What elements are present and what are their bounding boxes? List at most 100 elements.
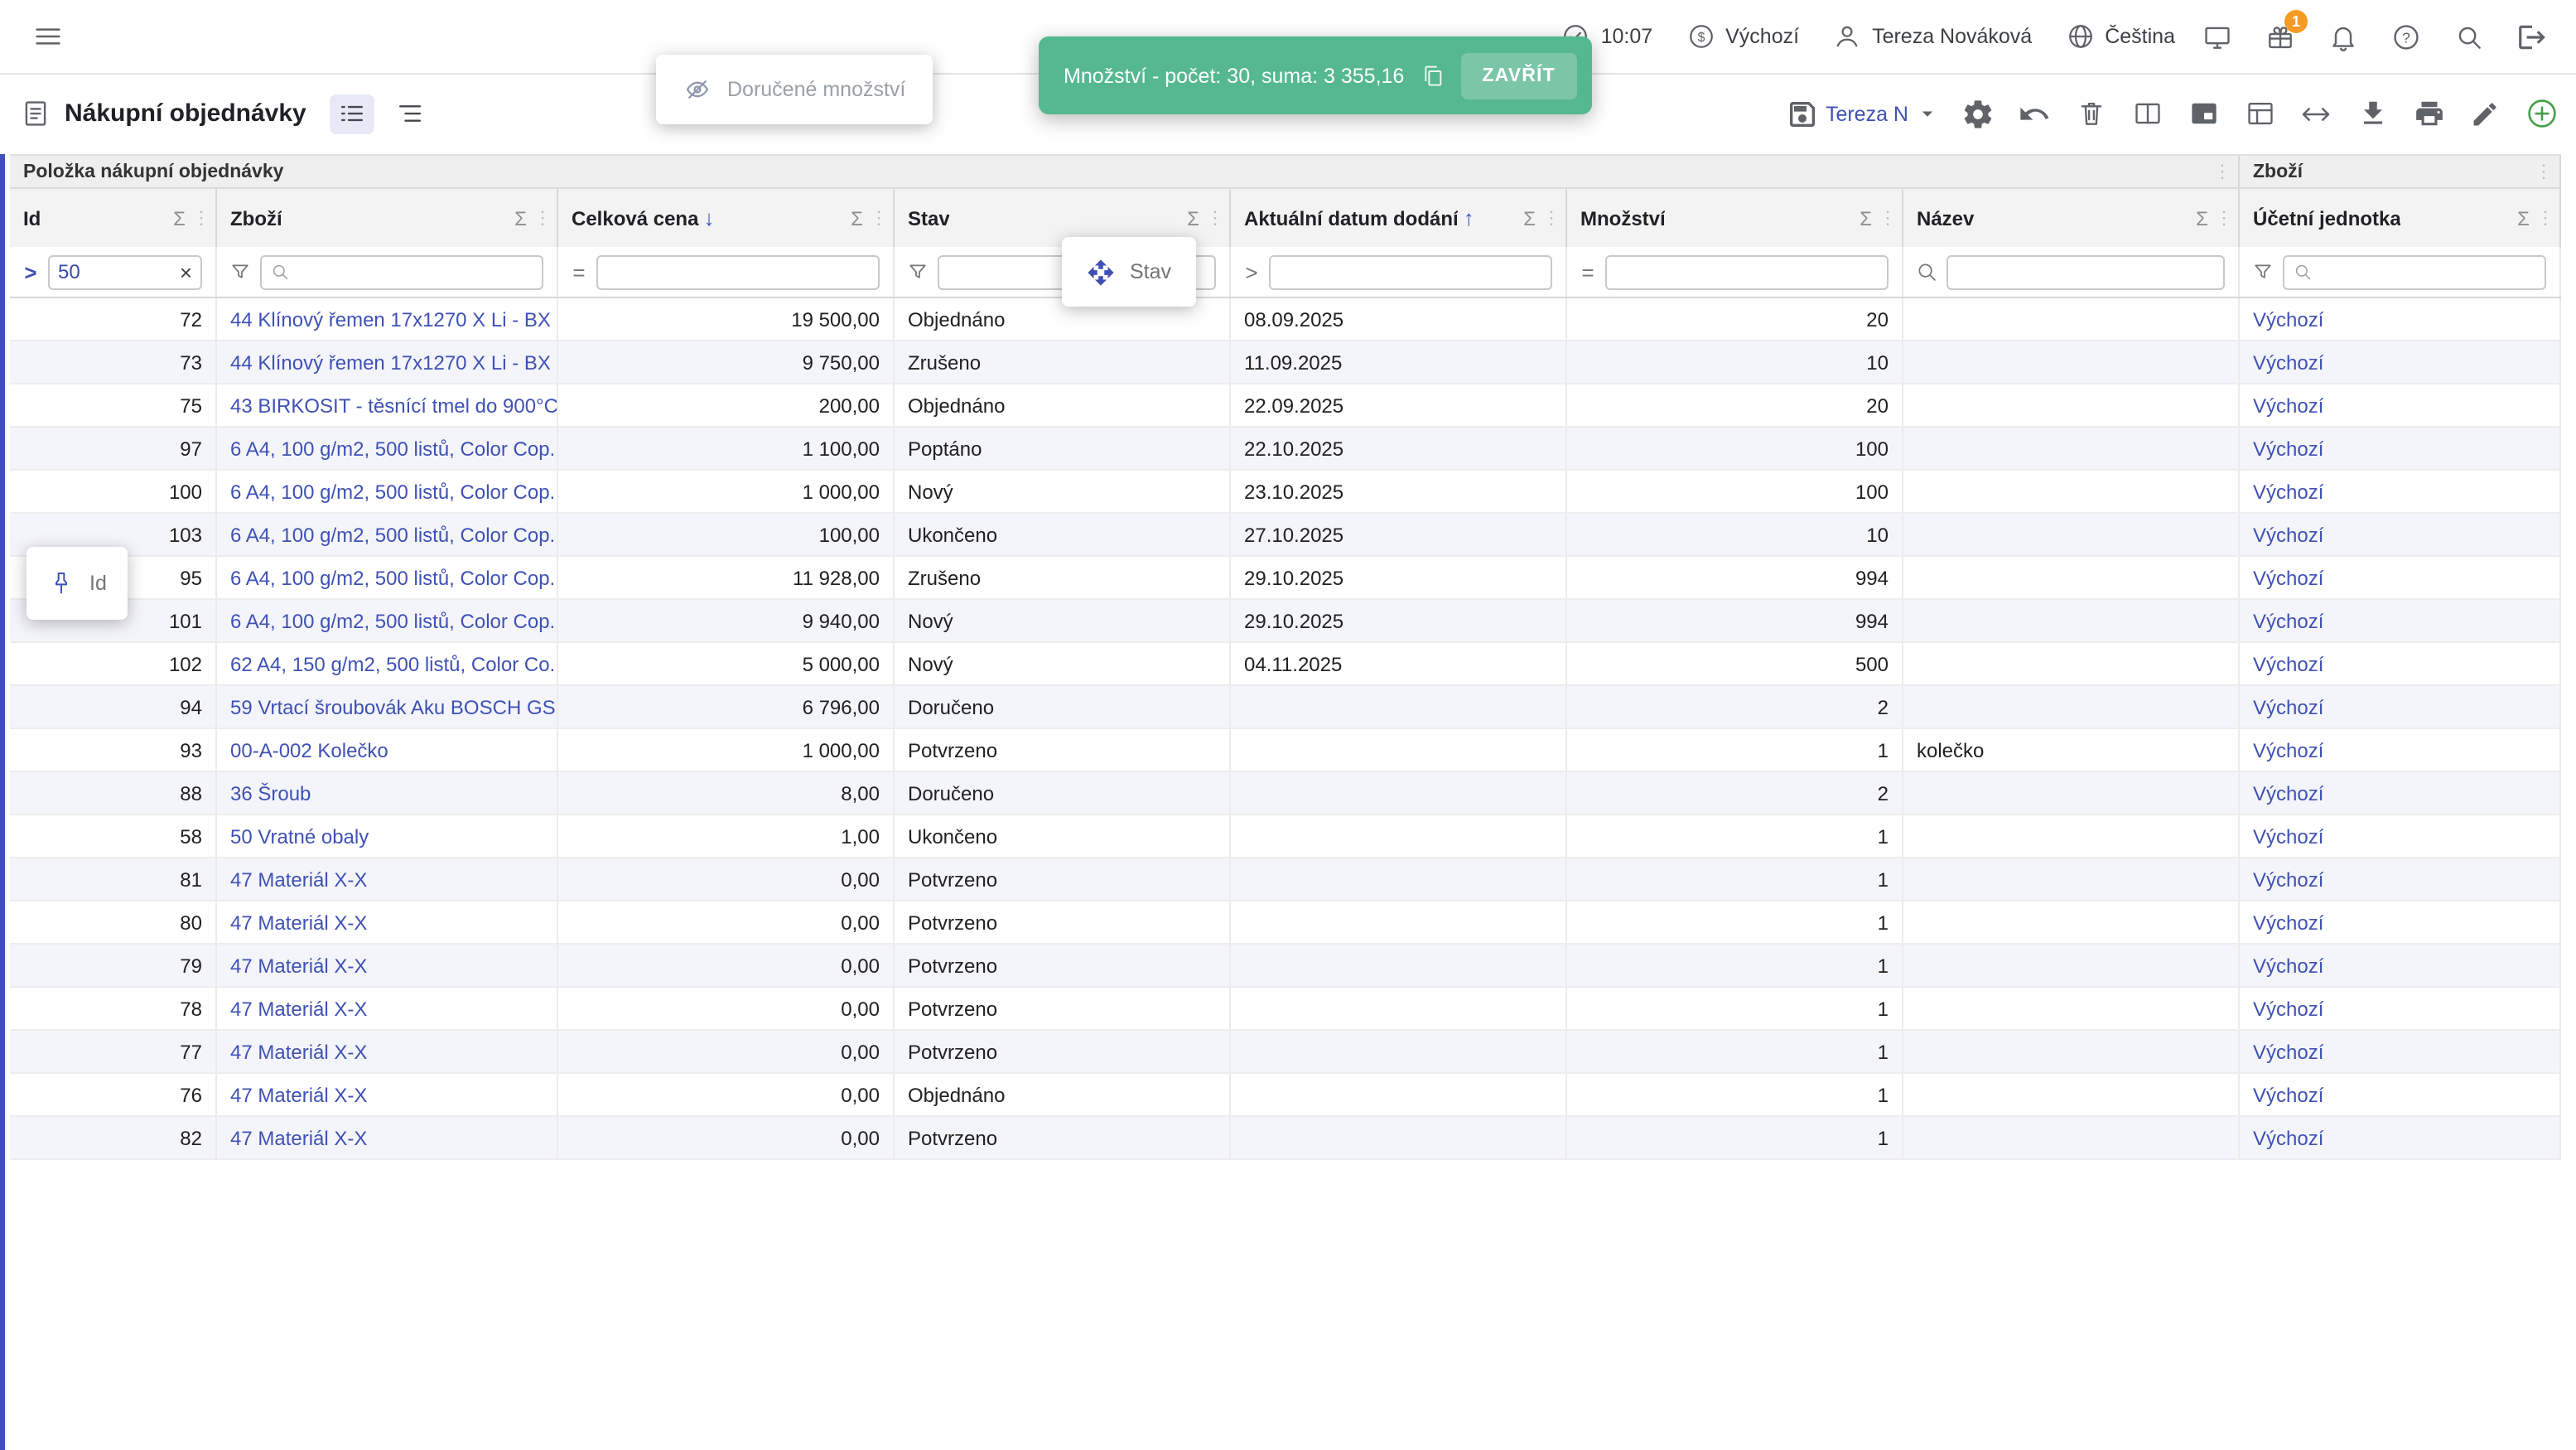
datum-filter-input[interactable] [1279,260,1542,283]
column-resize-handle[interactable]: ⋮ [1206,207,1224,229]
display-settings-button[interactable] [2195,15,2238,58]
view-toggle-grouped-list[interactable] [388,94,432,133]
cell-ucetni-jednotka-link[interactable]: Výchozí [2240,988,2561,1029]
global-search-button[interactable] [2447,15,2490,58]
column-header-celkova-cena[interactable]: Celková cena ↓ Σ ⋮ [558,189,895,247]
filter-funnel-icon[interactable] [906,260,929,283]
table-row[interactable]: 95 6 A4, 100 g/m2, 500 listů, Color Cop.… [10,557,2561,600]
cell-ucetni-jednotka-link[interactable]: Výchozí [2240,858,2561,900]
cell-ucetni-jednotka-link[interactable]: Výchozí [2240,514,2561,555]
split-view-button[interactable] [2129,95,2165,132]
user-menu[interactable]: Tereza Nováková [1832,22,2032,51]
cell-zbozi-link[interactable]: 6 A4, 100 g/m2, 500 listů, Color Cop... [217,514,558,555]
whats-new-button[interactable]: 1 [2258,15,2301,58]
column-resize-handle[interactable]: ⋮ [1879,207,1897,229]
toast-close-button[interactable]: ZAVŘÍT [1460,52,1577,99]
column-resize-handle[interactable]: ⋮ [192,207,210,229]
hamburger-menu-button[interactable] [27,15,70,58]
filter-operator-greater[interactable]: > [22,259,40,284]
summary-sigma-button[interactable]: Σ [1856,206,1875,230]
column-resize-handle[interactable]: ⋮ [533,207,552,229]
cell-zbozi-link[interactable]: 44 Klínový řemen 17x1270 X Li - BX ... [217,298,558,340]
table-row[interactable]: 103 6 A4, 100 g/m2, 500 listů, Color Cop… [10,514,2561,557]
column-header-zbozi[interactable]: Zboží Σ ⋮ [217,189,558,247]
table-row[interactable]: 78 47 Materiál X-X 0,00 Potvrzeno 1 Vých… [10,988,2561,1031]
table-row[interactable]: 97 6 A4, 100 g/m2, 500 listů, Color Cop.… [10,428,2561,471]
cell-zbozi-link[interactable]: 6 A4, 100 g/m2, 500 listů, Color Cop... [217,600,558,641]
cell-ucetni-jednotka-link[interactable]: Výchozí [2240,341,2561,383]
cell-zbozi-link[interactable]: 6 A4, 100 g/m2, 500 listů, Color Cop... [217,557,558,598]
cell-ucetni-jednotka-link[interactable]: Výchozí [2240,643,2561,684]
cena-filter-input[interactable] [606,260,870,283]
cell-zbozi-link[interactable]: 36 Šroub [217,772,558,814]
mnozstvi-filter-input[interactable] [1615,260,1879,283]
layout-profile-dropdown[interactable]: Tereza N [1786,97,1940,130]
table-row[interactable]: 94 59 Vrtací šroubovák Aku BOSCH GS... 6… [10,686,2561,729]
cell-ucetni-jednotka-link[interactable]: Výchozí [2240,815,2561,857]
id-filter-input[interactable] [58,260,173,283]
notifications-button[interactable] [2321,15,2364,58]
cell-zbozi-link[interactable]: 50 Vratné obaly [217,815,558,857]
summary-sigma-button[interactable]: Σ [847,206,866,230]
cell-zbozi-link[interactable]: 47 Materiál X-X [217,1117,558,1158]
table-row[interactable]: 102 62 A4, 150 g/m2, 500 listů, Color Co… [10,643,2561,686]
export-button[interactable] [2354,95,2390,132]
filter-operator-greater[interactable]: > [1242,259,1261,284]
fit-columns-button[interactable] [2298,95,2334,132]
column-resize-handle[interactable]: ⋮ [870,207,888,229]
table-row[interactable]: 82 47 Materiál X-X 0,00 Potvrzeno 1 Vých… [10,1117,2561,1160]
detail-panel-button[interactable] [2185,95,2221,132]
column-header-mnozstvi[interactable]: Množství Σ ⋮ [1567,189,1903,247]
table-row[interactable]: 88 36 Šroub 8,00 Doručeno 2 Výchozí [10,772,2561,815]
column-header-nazev[interactable]: Název Σ ⋮ [1903,189,2240,247]
view-toggle-flat-list[interactable] [330,94,374,133]
table-row[interactable]: 77 47 Materiál X-X 0,00 Potvrzeno 1 Vých… [10,1031,2561,1074]
jednotka-filter-input[interactable] [2319,260,2536,283]
delete-button[interactable] [2072,95,2109,132]
table-row[interactable]: 72 44 Klínový řemen 17x1270 X Li - BX ..… [10,298,2561,341]
table-row[interactable]: 73 44 Klínový řemen 17x1270 X Li - BX ..… [10,341,2561,384]
cell-ucetni-jednotka-link[interactable]: Výchozí [2240,901,2561,943]
summary-sigma-button[interactable]: Σ [1184,206,1203,230]
summary-sigma-button[interactable]: Σ [1520,206,1539,230]
cell-zbozi-link[interactable]: 43 BIRKOSIT - těsnící tmel do 900°C [217,384,558,426]
cell-ucetni-jednotka-link[interactable]: Výchozí [2240,471,2561,512]
cell-zbozi-link[interactable]: 62 A4, 150 g/m2, 500 listů, Color Co... [217,643,558,684]
settings-button[interactable] [1960,95,1996,132]
table-row[interactable]: 81 47 Materiál X-X 0,00 Potvrzeno 1 Vých… [10,858,2561,901]
band-resize-handle[interactable]: ⋮ [2535,161,2553,182]
cell-zbozi-link[interactable]: 47 Materiál X-X [217,1074,558,1115]
cell-ucetni-jednotka-link[interactable]: Výchozí [2240,428,2561,469]
copy-icon[interactable] [1419,62,1445,89]
undo-button[interactable] [2016,95,2053,132]
logout-button[interactable] [2510,15,2553,58]
summary-sigma-button[interactable]: Σ [511,206,530,230]
cell-ucetni-jednotka-link[interactable]: Výchozí [2240,945,2561,986]
cell-zbozi-link[interactable]: 47 Materiál X-X [217,901,558,943]
cell-ucetni-jednotka-link[interactable]: Výchozí [2240,1031,2561,1072]
cell-ucetni-jednotka-link[interactable]: Výchozí [2240,557,2561,598]
filter-operator-equals[interactable]: = [570,259,588,284]
form-view-button[interactable] [2241,95,2278,132]
cell-zbozi-link[interactable]: 44 Klínový řemen 17x1270 X Li - BX ... [217,341,558,383]
cell-zbozi-link[interactable]: 59 Vrtací šroubovák Aku BOSCH GS... [217,686,558,727]
column-drag-chip[interactable]: Stav [1062,237,1196,307]
filter-operator-equals[interactable]: = [1579,259,1597,284]
table-row[interactable]: 58 50 Vratné obaly 1,00 Ukončeno 1 Výcho… [10,815,2561,858]
table-row[interactable]: 75 43 BIRKOSIT - těsnící tmel do 900°C 2… [10,384,2561,428]
cell-zbozi-link[interactable]: 6 A4, 100 g/m2, 500 listů, Color Cop... [217,471,558,512]
summary-sigma-button[interactable]: Σ [2192,206,2212,230]
filter-funnel-icon[interactable] [2251,260,2275,283]
column-header-datum-dodani[interactable]: Aktuální datum dodání ↑ Σ ⋮ [1231,189,1567,247]
table-row[interactable]: 101 6 A4, 100 g/m2, 500 listů, Color Cop… [10,600,2561,643]
cell-ucetni-jednotka-link[interactable]: Výchozí [2240,686,2561,727]
cell-zbozi-link[interactable]: 00-A-002 Kolečko [217,729,558,771]
table-row[interactable]: 76 47 Materiál X-X 0,00 Objednáno 1 Vých… [10,1074,2561,1117]
print-button[interactable] [2410,95,2447,132]
zbozi-filter-input[interactable] [297,260,533,283]
summary-sigma-button[interactable]: Σ [2514,206,2533,230]
cell-ucetni-jednotka-link[interactable]: Výchozí [2240,772,2561,814]
cell-ucetni-jednotka-link[interactable]: Výchozí [2240,384,2561,426]
help-button[interactable]: ? [2384,15,2427,58]
cell-ucetni-jednotka-link[interactable]: Výchozí [2240,1074,2561,1115]
